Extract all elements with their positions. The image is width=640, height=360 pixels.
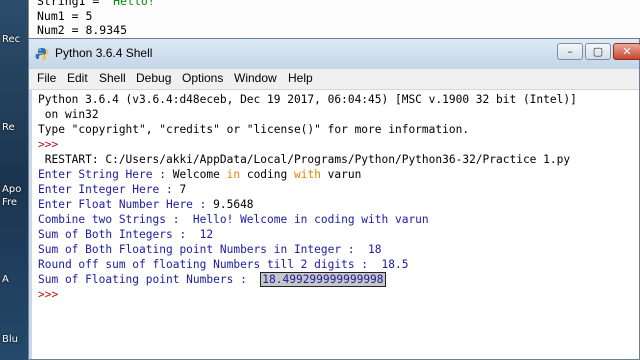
banner-line-2: on win32 bbox=[38, 108, 99, 121]
output-line-round-off: Round off sum of floating Numbers till 2… bbox=[38, 258, 409, 271]
banner-line-3: Type "copyright", "credits" or "license(… bbox=[38, 123, 470, 136]
editor-line-3: Num2 = 8.9345 bbox=[37, 23, 128, 37]
shell-output-area[interactable]: Python 3.6.4 (v3.6.4:d48eceb, Dec 19 201… bbox=[32, 90, 639, 359]
string-input-keyword-with: with bbox=[293, 168, 321, 181]
menu-debug[interactable]: Debug bbox=[136, 71, 171, 85]
integer-input-value: 7 bbox=[179, 183, 187, 196]
menu-help[interactable]: Help bbox=[288, 71, 313, 85]
menu-edit[interactable]: Edit bbox=[67, 71, 88, 85]
float-input-value: 9.5648 bbox=[213, 198, 254, 211]
integer-input-label: Enter Integer Here : bbox=[38, 183, 180, 196]
string-input-keyword-in: in bbox=[226, 168, 241, 181]
menu-file[interactable]: File bbox=[37, 71, 56, 85]
output-line-integer-input: Enter Integer Here : 7 bbox=[38, 182, 186, 197]
output-line-sum-floats-int: Sum of Both Floating point Numbers in In… bbox=[38, 243, 382, 256]
output-line-combine: Combine two Strings : Hello! Welcome in … bbox=[38, 213, 429, 226]
string-input-word-3: varun bbox=[320, 168, 362, 181]
menu-window[interactable]: Window bbox=[234, 71, 277, 85]
banner-line-1: Python 3.6.4 (v3.6.4:d48eceb, Dec 19 201… bbox=[38, 93, 577, 106]
output-line-string-input: Enter String Here : Welcome in coding wi… bbox=[38, 167, 361, 182]
title-bar[interactable]: Python 3.6.4 Shell – ▢ ✕ bbox=[29, 39, 640, 69]
desktop-label-a[interactable]: A bbox=[2, 274, 9, 285]
float-input-label: Enter Float Number Here : bbox=[38, 198, 214, 211]
menu-shell[interactable]: Shell bbox=[99, 71, 126, 85]
output-line-float-input: Enter Float Number Here : 9.5648 bbox=[38, 197, 254, 212]
editor-line-1-string: "Hello!" bbox=[106, 0, 162, 8]
menu-options[interactable]: Options bbox=[182, 71, 223, 85]
desktop-label-recycle[interactable]: Rec bbox=[2, 34, 20, 45]
maximize-button[interactable]: ▢ bbox=[585, 43, 611, 60]
python-logo-icon bbox=[35, 48, 49, 60]
desktop-label-apo[interactable]: Apo bbox=[2, 184, 21, 195]
string-input-word-2: coding bbox=[240, 168, 294, 181]
desktop-label-fre[interactable]: Fre bbox=[2, 197, 17, 208]
output-line-sum-floats: Sum of Floating point Numbers : 18.49929… bbox=[38, 272, 386, 287]
desktop-label-blu[interactable]: Blu bbox=[2, 334, 18, 345]
output-line-sum-integers: Sum of Both Integers : 12 bbox=[38, 228, 214, 241]
minimize-button[interactable]: – bbox=[557, 43, 583, 60]
editor-line-2: Num1 = 5 bbox=[37, 9, 93, 23]
desktop-icons-strip: Rec Re Apo Fre A Blu bbox=[0, 0, 28, 360]
string-input-word-1: Welcome bbox=[172, 168, 227, 181]
window-title: Python 3.6.4 Shell bbox=[55, 46, 153, 60]
restart-line: RESTART: C:/Users/akki/AppData/Local/Pro… bbox=[38, 153, 571, 166]
editor-line-1: String1 = "Hello!" bbox=[37, 0, 162, 8]
menu-bar: File Edit Shell Debug Options Window Hel… bbox=[29, 69, 639, 90]
sum-floats-label: Sum of Floating point Numbers : bbox=[38, 273, 261, 286]
prompt: >>> bbox=[38, 138, 59, 151]
python-shell-window: Python 3.6.4 Shell – ▢ ✕ File Edit Shell… bbox=[28, 38, 640, 360]
selected-float-result[interactable]: 18.499299999999998 bbox=[260, 272, 386, 287]
editor-line-1-code: String1 = bbox=[37, 0, 107, 8]
string-input-label: Enter String Here : bbox=[38, 168, 173, 181]
desktop-label-re[interactable]: Re bbox=[2, 122, 15, 133]
prompt-end[interactable]: >>> bbox=[38, 287, 58, 302]
close-button[interactable]: ✕ bbox=[613, 43, 640, 60]
